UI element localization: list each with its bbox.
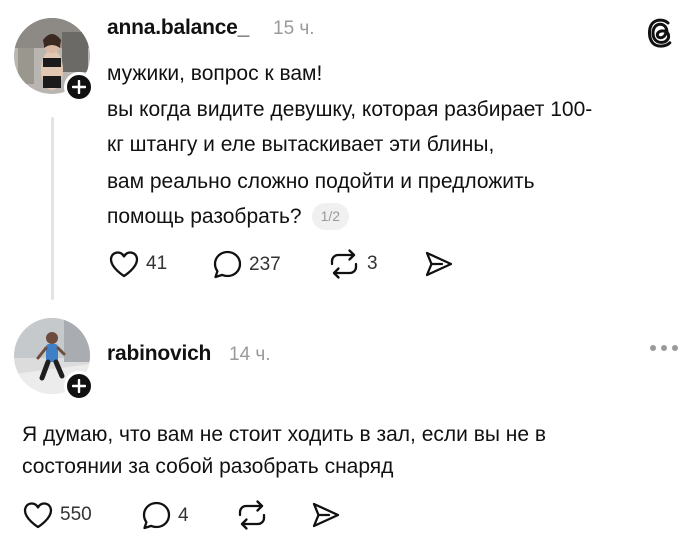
- share-button[interactable]: [423, 249, 455, 279]
- more-dots-icon: [672, 345, 678, 351]
- repost-count: 3: [367, 253, 378, 274]
- plus-icon: [72, 80, 86, 94]
- reply-like-count: 550: [60, 504, 92, 525]
- reply-text-line: Я думаю, что вам не стоит ходить в зал, …: [22, 423, 547, 446]
- threads-logo-icon[interactable]: [645, 16, 677, 50]
- repost-icon: [330, 249, 358, 279]
- more-dots-icon: [650, 345, 656, 351]
- send-icon: [312, 502, 340, 528]
- reply-repost-button[interactable]: [235, 499, 269, 531]
- like-button[interactable]: 41: [108, 249, 167, 279]
- post-text-line: помощь разобрать? 1/2: [107, 203, 350, 230]
- reply-username[interactable]: rabinovich: [107, 342, 211, 366]
- thread-connector-line: [51, 117, 54, 300]
- comment-bubble-icon: [142, 501, 171, 530]
- post-text-line-text: вам реально сложно подойти и предложить: [107, 170, 535, 193]
- reply-time: 14 ч.: [229, 344, 271, 365]
- send-icon: [425, 251, 453, 277]
- post-text-line: мужики, вопрос к вам!: [107, 62, 323, 85]
- reply-like-button[interactable]: 550: [22, 500, 92, 530]
- post-text-line: вам реально сложно подойти и предложить: [107, 168, 535, 195]
- heart-icon: [109, 251, 139, 278]
- heart-icon: [23, 502, 53, 529]
- more-dots-icon: [661, 345, 667, 351]
- more-options-button[interactable]: [650, 345, 678, 351]
- repost-icon: [238, 500, 266, 530]
- reply-comment-count: 4: [178, 504, 189, 526]
- reply-comment-button[interactable]: 4: [141, 500, 189, 531]
- comment-bubble-icon: [213, 250, 242, 279]
- page-indicator: 1/2: [311, 203, 350, 230]
- reply-text-line: состоянии за собой разобрать снаряд: [22, 455, 394, 478]
- post-text-line: вы когда видите девушку, которая разбира…: [107, 98, 593, 121]
- like-count: 41: [146, 253, 168, 274]
- post-username[interactable]: anna.balance_: [107, 16, 249, 40]
- post-time: 15 ч.: [273, 18, 315, 39]
- follow-button-anna[interactable]: [64, 72, 94, 102]
- post-text-line: кг штангу и еле вытаскивает эти блины,: [107, 133, 495, 156]
- reply-share-button[interactable]: [310, 500, 342, 530]
- comment-count: 237: [249, 253, 281, 275]
- post-text-line-text: помощь разобрать?: [107, 205, 302, 228]
- follow-button-rabinovich[interactable]: [64, 371, 94, 401]
- repost-button[interactable]: 3: [327, 248, 378, 280]
- comment-button[interactable]: 237: [212, 249, 281, 280]
- plus-icon: [72, 379, 86, 393]
